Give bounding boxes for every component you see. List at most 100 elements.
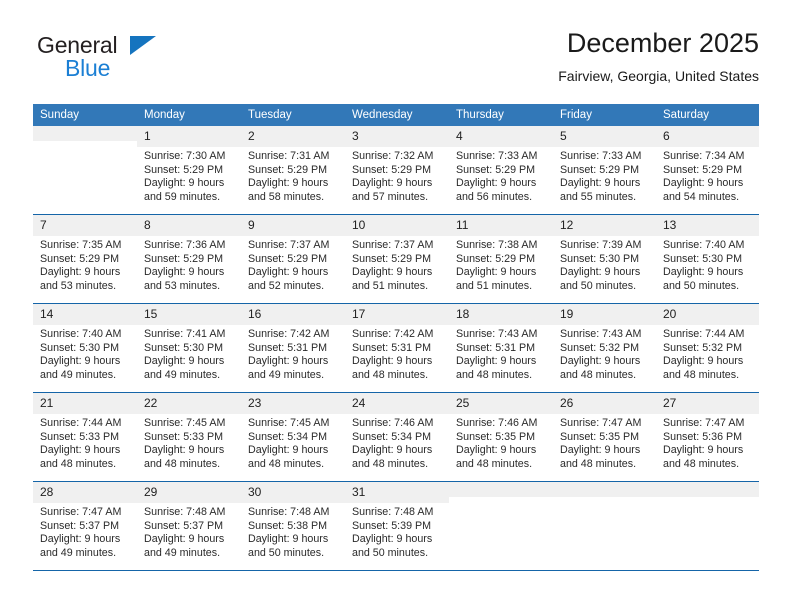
calendar-day-cell[interactable]: 17 Sunrise: 7:42 AM Sunset: 5:31 PM Dayligh… (345, 303, 449, 393)
day-details: Sunrise: 7:42 AM Sunset: 5:31 PM Daylight:… (241, 325, 345, 382)
calendar-week-row: 28 Sunrise: 7:47 AM Sunset: 5:37 PM Dayligh… (33, 481, 759, 571)
weekday-header-monday: Monday (137, 104, 241, 126)
sunset-time: Sunset: 5:29 PM (40, 252, 120, 265)
day-details: Sunrise: 7:30 AM Sunset: 5:29 PM Daylight:… (137, 147, 241, 204)
day-number: 10 (345, 215, 449, 236)
weekday-header-tuesday: Tuesday (241, 104, 345, 126)
calendar-day-cell[interactable]: 25 Sunrise: 7:46 AM Sunset: 5:35 PM Dayligh… (449, 392, 553, 482)
day-number: 30 (241, 482, 345, 503)
calendar-day-cell[interactable]: 24 Sunrise: 7:46 AM Sunset: 5:34 PM Dayligh… (345, 392, 449, 482)
calendar-day-cell[interactable]: 20 Sunrise: 7:44 AM Sunset: 5:32 PM Dayligh… (656, 303, 759, 393)
day-number: 5 (553, 126, 656, 147)
logo-text-blue: Blue (65, 55, 111, 81)
sunrise-time: Sunrise: 7:41 AM (144, 328, 226, 340)
daylight-duration-line2: and 48 minutes. (663, 457, 740, 470)
day-number: 20 (656, 304, 759, 325)
calendar-day-cell[interactable]: 31 Sunrise: 7:48 AM Sunset: 5:39 PM Dayligh… (345, 481, 449, 571)
sunrise-time: Sunrise: 7:31 AM (248, 150, 330, 162)
calendar-day-cell[interactable]: 7 Sunrise: 7:35 AM Sunset: 5:29 PM Daylight… (33, 214, 137, 304)
calendar-week-row: 7 Sunrise: 7:35 AM Sunset: 5:29 PM Daylight… (33, 214, 759, 304)
day-number: 29 (137, 482, 241, 503)
daylight-duration-line1: Daylight: 9 hours (40, 266, 121, 279)
calendar-day-cell[interactable]: 27 Sunrise: 7:47 AM Sunset: 5:36 PM Dayligh… (656, 392, 759, 482)
sunset-time: Sunset: 5:38 PM (248, 519, 328, 532)
calendar-day-cell[interactable]: 28 Sunrise: 7:47 AM Sunset: 5:37 PM Dayligh… (33, 481, 137, 571)
day-number: 24 (345, 393, 449, 414)
day-number: 14 (33, 304, 137, 325)
calendar-day-cell[interactable]: 8 Sunrise: 7:36 AM Sunset: 5:29 PM Daylight… (137, 214, 241, 304)
calendar-day-cell[interactable]: 15 Sunrise: 7:41 AM Sunset: 5:30 PM Dayligh… (137, 303, 241, 393)
masthead: General Blue December 2025 Fairview, Geo… (33, 26, 759, 100)
day-details: Sunrise: 7:35 AM Sunset: 5:29 PM Daylight:… (33, 236, 137, 293)
calendar-day-cell[interactable]: 1 Sunrise: 7:30 AM Sunset: 5:29 PM Daylight… (137, 126, 241, 215)
calendar-day-cell[interactable]: 22 Sunrise: 7:45 AM Sunset: 5:33 PM Dayligh… (137, 392, 241, 482)
daylight-duration-line2: and 50 minutes. (560, 279, 637, 292)
day-details: Sunrise: 7:40 AM Sunset: 5:30 PM Daylight:… (33, 325, 137, 382)
calendar-day-cell[interactable]: 13 Sunrise: 7:40 AM Sunset: 5:30 PM Dayligh… (656, 214, 759, 304)
calendar-day-cell[interactable]: 6 Sunrise: 7:34 AM Sunset: 5:29 PM Daylight… (656, 126, 759, 215)
day-number: 17 (345, 304, 449, 325)
daylight-duration-line2: and 49 minutes. (40, 546, 117, 559)
weekday-header-thursday: Thursday (449, 104, 553, 126)
sunset-time: Sunset: 5:32 PM (663, 341, 743, 354)
calendar-day-cell[interactable]: 18 Sunrise: 7:43 AM Sunset: 5:31 PM Dayligh… (449, 303, 553, 393)
calendar-day-cell[interactable]: 29 Sunrise: 7:48 AM Sunset: 5:37 PM Dayligh… (137, 481, 241, 571)
sunset-time: Sunset: 5:30 PM (560, 252, 640, 265)
calendar-day-cell[interactable]: 5 Sunrise: 7:33 AM Sunset: 5:29 PM Daylight… (553, 126, 656, 215)
daylight-duration-line2: and 48 minutes. (560, 457, 637, 470)
calendar-day-cell[interactable]: 16 Sunrise: 7:42 AM Sunset: 5:31 PM Dayligh… (241, 303, 345, 393)
weekday-header-wednesday: Wednesday (345, 104, 449, 126)
calendar-empty-cell (553, 481, 656, 571)
day-number: 11 (449, 215, 553, 236)
sunrise-time: Sunrise: 7:38 AM (456, 239, 538, 251)
calendar-day-cell[interactable]: 19 Sunrise: 7:43 AM Sunset: 5:32 PM Dayligh… (553, 303, 656, 393)
day-number: 1 (137, 126, 241, 147)
day-number (33, 126, 137, 141)
day-details: Sunrise: 7:48 AM Sunset: 5:38 PM Daylight:… (241, 503, 345, 560)
page-title: December 2025 (566, 28, 759, 58)
day-details: Sunrise: 7:34 AM Sunset: 5:29 PM Daylight:… (656, 147, 759, 204)
calendar-body: 1 Sunrise: 7:30 AM Sunset: 5:29 PM Daylight… (33, 126, 759, 571)
calendar-day-cell[interactable]: 23 Sunrise: 7:45 AM Sunset: 5:34 PM Dayligh… (241, 392, 345, 482)
sunrise-time: Sunrise: 7:40 AM (663, 239, 745, 251)
calendar-day-cell[interactable]: 4 Sunrise: 7:33 AM Sunset: 5:29 PM Daylight… (449, 126, 553, 215)
calendar-day-cell[interactable]: 14 Sunrise: 7:40 AM Sunset: 5:30 PM Dayligh… (33, 303, 137, 393)
sunrise-time: Sunrise: 7:43 AM (456, 328, 538, 340)
calendar-day-cell[interactable]: 21 Sunrise: 7:44 AM Sunset: 5:33 PM Dayligh… (33, 392, 137, 482)
calendar-page: General Blue December 2025 Fairview, Geo… (0, 0, 792, 612)
sunset-time: Sunset: 5:31 PM (248, 341, 328, 354)
day-details: Sunrise: 7:37 AM Sunset: 5:29 PM Daylight:… (345, 236, 449, 293)
sunset-time: Sunset: 5:29 PM (663, 163, 743, 176)
calendar-day-cell[interactable]: 9 Sunrise: 7:37 AM Sunset: 5:29 PM Daylight… (241, 214, 345, 304)
daylight-duration-line1: Daylight: 9 hours (456, 444, 537, 457)
calendar-day-cell[interactable]: 2 Sunrise: 7:31 AM Sunset: 5:29 PM Daylight… (241, 126, 345, 215)
calendar-day-cell[interactable]: 30 Sunrise: 7:48 AM Sunset: 5:38 PM Dayligh… (241, 481, 345, 571)
calendar-day-cell[interactable]: 26 Sunrise: 7:47 AM Sunset: 5:35 PM Dayligh… (553, 392, 656, 482)
day-details: Sunrise: 7:48 AM Sunset: 5:39 PM Daylight:… (345, 503, 449, 560)
title-block: December 2025 Fairview, Georgia, United … (558, 26, 759, 85)
daylight-duration-line2: and 59 minutes. (144, 190, 221, 203)
sunset-time: Sunset: 5:31 PM (352, 341, 432, 354)
sunset-time: Sunset: 5:31 PM (456, 341, 536, 354)
daylight-duration-line2: and 48 minutes. (352, 368, 429, 381)
sunset-time: Sunset: 5:37 PM (40, 519, 120, 532)
daylight-duration-line2: and 51 minutes. (352, 279, 429, 292)
day-details: Sunrise: 7:42 AM Sunset: 5:31 PM Daylight:… (345, 325, 449, 382)
daylight-duration-line1: Daylight: 9 hours (456, 177, 537, 190)
daylight-duration-line1: Daylight: 9 hours (352, 266, 433, 279)
daylight-duration-line1: Daylight: 9 hours (144, 177, 225, 190)
daylight-duration-line2: and 49 minutes. (248, 368, 325, 381)
calendar-day-cell[interactable]: 11 Sunrise: 7:38 AM Sunset: 5:29 PM Dayligh… (449, 214, 553, 304)
day-number: 4 (449, 126, 553, 147)
sunset-time: Sunset: 5:29 PM (144, 252, 224, 265)
sunset-time: Sunset: 5:29 PM (248, 252, 328, 265)
general-blue-logo[interactable]: General Blue (33, 32, 233, 92)
calendar-day-cell[interactable]: 12 Sunrise: 7:39 AM Sunset: 5:30 PM Dayligh… (553, 214, 656, 304)
daylight-duration-line1: Daylight: 9 hours (560, 177, 641, 190)
weekday-header-sunday: Sunday (33, 104, 137, 126)
sunset-time: Sunset: 5:35 PM (560, 430, 640, 443)
sunset-time: Sunset: 5:34 PM (352, 430, 432, 443)
calendar-day-cell[interactable]: 3 Sunrise: 7:32 AM Sunset: 5:29 PM Daylight… (345, 126, 449, 215)
calendar-day-cell[interactable]: 10 Sunrise: 7:37 AM Sunset: 5:29 PM Dayligh… (345, 214, 449, 304)
daylight-duration-line2: and 54 minutes. (663, 190, 740, 203)
